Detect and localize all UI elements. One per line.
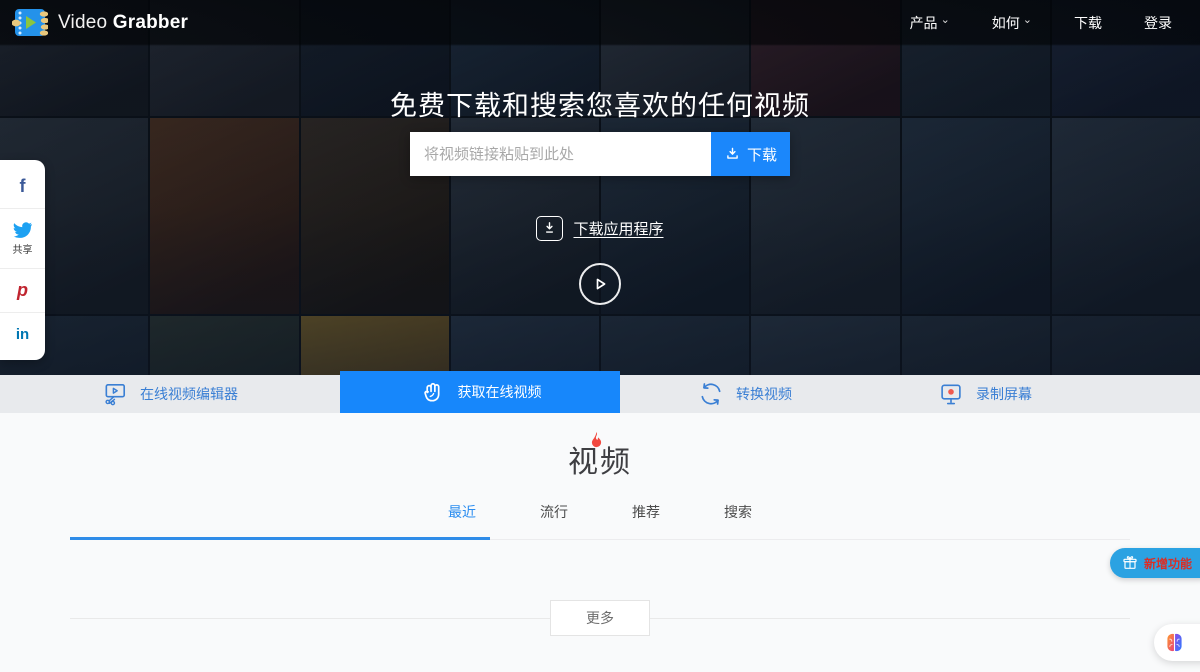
video-editor-icon <box>102 381 128 407</box>
video-grabber-page: Video Grabber 产品⌄ 如何⌄ 下载 登录 免费下载和搜索您喜欢的任… <box>0 0 1200 672</box>
share-label: 共享 <box>13 241 33 256</box>
new-feature-badge[interactable]: 新增功能 <box>1110 548 1200 578</box>
facebook-icon: f <box>20 176 26 197</box>
download-app-label: 下载应用程序 <box>573 218 663 239</box>
more-row: 更多 <box>0 600 1200 636</box>
videos-title: 视频 <box>0 437 1200 481</box>
share-linkedin-button[interactable]: in <box>0 312 45 356</box>
grab-video-icon <box>419 379 446 406</box>
video-url-input[interactable] <box>410 132 711 176</box>
brain-icon <box>1163 631 1186 654</box>
tab-record-screen[interactable]: 录制屏幕 <box>870 375 1100 413</box>
gift-icon <box>1122 555 1138 571</box>
convert-video-icon <box>698 381 724 407</box>
chevron-down-icon: ⌄ <box>941 15 950 26</box>
video-subtabs: 最近 流行 推荐 搜索 <box>0 502 1200 522</box>
logo[interactable]: Video Grabber <box>12 7 188 38</box>
video-grabber-logo-icon <box>12 7 48 38</box>
share-facebook-button[interactable]: f <box>0 164 45 208</box>
hero: Video Grabber 产品⌄ 如何⌄ 下载 登录 免费下载和搜索您喜欢的任… <box>0 0 1200 375</box>
hero-title: 免费下载和搜索您喜欢的任何视频 <box>0 84 1200 123</box>
tab-online-video-editor[interactable]: 在线视频编辑器 <box>0 375 340 413</box>
nav-download[interactable]: 下载 <box>1074 13 1102 33</box>
active-subtab-indicator <box>70 537 490 540</box>
main-nav: 产品⌄ 如何⌄ 下载 登录 <box>910 13 1172 33</box>
play-icon <box>590 274 610 294</box>
logo-text: Video Grabber <box>58 12 188 34</box>
download-app-icon <box>536 216 563 241</box>
record-screen-icon <box>938 381 964 407</box>
share-sidebar: f 共享 p in <box>0 160 45 360</box>
tab-convert-video[interactable]: 转换视频 <box>620 375 870 413</box>
play-button[interactable] <box>579 263 621 305</box>
download-button[interactable]: 下载 <box>711 132 790 176</box>
chevron-down-icon: ⌄ <box>1023 15 1032 26</box>
header: Video Grabber 产品⌄ 如何⌄ 下载 登录 <box>0 0 1200 45</box>
download-icon <box>724 146 741 163</box>
download-app-link[interactable]: 下载应用程序 <box>0 216 1200 241</box>
nav-how-to[interactable]: 如何⌄ <box>992 13 1032 33</box>
flame-icon <box>588 424 605 458</box>
linkedin-icon: in <box>16 326 29 343</box>
assistant-button[interactable] <box>1154 624 1200 661</box>
new-feature-label: 新增功能 <box>1144 555 1192 572</box>
subtab-popular[interactable]: 流行 <box>540 502 568 522</box>
nav-products[interactable]: 产品⌄ <box>910 13 950 33</box>
tab-grab-online-video[interactable]: 获取在线视频 <box>340 371 620 413</box>
share-twitter-button[interactable]: 共享 <box>0 208 45 268</box>
pinterest-icon: p <box>17 280 28 301</box>
subtab-recommended[interactable]: 推荐 <box>632 502 660 522</box>
nav-login[interactable]: 登录 <box>1144 13 1172 33</box>
search-bar: 下载 <box>410 132 790 176</box>
more-button[interactable]: 更多 <box>550 600 650 636</box>
videos-section: 视频 最近 流行 推荐 搜索 更多 <box>0 413 1200 672</box>
hero-dark-overlay <box>0 0 1200 375</box>
subtab-recent[interactable]: 最近 <box>448 502 476 522</box>
subtab-search[interactable]: 搜索 <box>724 502 752 522</box>
twitter-icon <box>13 222 32 238</box>
feature-tabbar: 在线视频编辑器 获取在线视频 转换视频 录制屏幕 <box>0 375 1200 413</box>
share-pinterest-button[interactable]: p <box>0 268 45 312</box>
subtab-underline <box>70 537 1130 540</box>
